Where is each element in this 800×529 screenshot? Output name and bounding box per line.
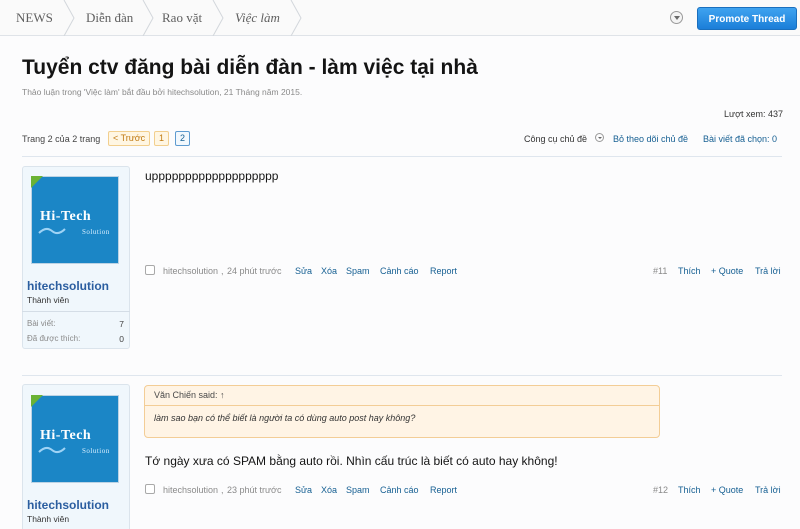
stat-value[interactable]: 7: [114, 319, 124, 329]
promote-thread-button[interactable]: Promote Thread: [697, 7, 797, 30]
like-link[interactable]: Thích: [678, 485, 701, 495]
post-message: Tớ ngày xưa có SPAM bằng auto rồi. Nhìn …: [145, 454, 558, 468]
chevron-down-icon[interactable]: [595, 133, 604, 142]
breadcrumb-separator: [141, 0, 155, 36]
stat-label: Bài viết:: [27, 319, 56, 328]
stat-value[interactable]: 0: [114, 334, 124, 344]
thread-description: Thảo luận trong 'Việc làm' bắt đầu bởi h…: [22, 87, 303, 97]
online-badge: [31, 395, 43, 407]
page-title: Tuyển ctv đăng bài diễn đàn - làm việc t…: [22, 56, 478, 79]
breadcrumb-item-jobs[interactable]: Việc làm: [235, 0, 280, 36]
edit-link[interactable]: Sửa: [295, 266, 312, 276]
breadcrumb-item-news[interactable]: NEWS: [16, 0, 53, 36]
quote-link[interactable]: + Quote: [711, 485, 743, 495]
post-select-checkbox[interactable]: [145, 265, 155, 275]
post-divider: [22, 156, 782, 157]
edit-link[interactable]: Sửa: [295, 485, 312, 495]
avatar-logo-subtext: Solution: [82, 228, 110, 236]
logo-swoosh-icon: [38, 446, 66, 454]
user-title: Thành viên: [27, 295, 70, 305]
post-select-checkbox[interactable]: [145, 484, 155, 494]
warn-link[interactable]: Cảnh cáo: [380, 266, 419, 276]
logo-swoosh-icon: [38, 227, 66, 235]
delete-link[interactable]: Xóa: [321, 266, 337, 276]
report-link[interactable]: Report: [430, 485, 457, 495]
post-time[interactable]: 23 phút trước: [227, 485, 281, 495]
page-1-button[interactable]: 1: [154, 131, 170, 146]
breadcrumb-separator: [289, 0, 303, 36]
stat-label: Đã được thích:: [27, 334, 81, 343]
quoted-message: Văn Chiến said: ↑ làm sao bạn có thể biế…: [144, 385, 660, 438]
quote-link[interactable]: + Quote: [711, 266, 743, 276]
avatar[interactable]: Hi-Tech Solution: [31, 395, 119, 483]
breadcrumb-separator: [211, 0, 225, 36]
post-username[interactable]: hitechsolution: [27, 279, 109, 293]
spam-link[interactable]: Spam: [346, 485, 370, 495]
page-count-label: Trang 2 của 2 trang: [22, 134, 101, 144]
breadcrumb: NEWS Diễn đàn Rao vặt Việc làm Promote T…: [0, 0, 800, 36]
avatar-logo-text: Hi-Tech: [40, 428, 92, 443]
thread-tools-menu[interactable]: Công cụ chủ đề: [524, 134, 587, 144]
avatar-logo-subtext: Solution: [82, 447, 110, 455]
user-title: Thành viên: [27, 514, 70, 524]
stats-divider: [22, 311, 130, 312]
prev-page-button[interactable]: < Trước: [108, 131, 151, 146]
post-username[interactable]: hitechsolution: [27, 498, 109, 512]
post-time[interactable]: 24 phút trước: [227, 266, 281, 276]
spam-link[interactable]: Spam: [346, 266, 370, 276]
selected-posts-link[interactable]: Bài viết đã chọn: 0: [703, 134, 777, 144]
post-number[interactable]: #11: [653, 266, 667, 276]
post-author-link[interactable]: hitechsolution: [163, 266, 218, 276]
breadcrumb-item-classifieds[interactable]: Rao vặt: [162, 0, 202, 36]
reply-link[interactable]: Trả lời: [755, 485, 781, 495]
warn-link[interactable]: Cảnh cáo: [380, 485, 419, 495]
quote-author[interactable]: Văn Chiến said: ↑: [154, 390, 225, 400]
view-count: Lượt xem: 437: [724, 109, 783, 119]
breadcrumb-item-forums[interactable]: Diễn đàn: [86, 0, 133, 36]
post-separator: ,: [221, 266, 224, 276]
quote-text: làm sao bạn có thể biết là người ta có d…: [154, 413, 416, 423]
online-badge: [31, 176, 43, 188]
chevron-down-icon[interactable]: [670, 11, 683, 24]
avatar[interactable]: Hi-Tech Solution: [31, 176, 119, 264]
post-message: uppppppppppppppppppp: [145, 169, 279, 183]
breadcrumb-separator: [62, 0, 76, 36]
avatar-logo-text: Hi-Tech: [40, 209, 92, 224]
like-link[interactable]: Thích: [678, 266, 701, 276]
unwatch-thread-link[interactable]: Bỏ theo dõi chủ đề: [613, 134, 688, 144]
reply-link[interactable]: Trả lời: [755, 266, 781, 276]
quote-divider: [145, 405, 659, 406]
post-divider: [22, 375, 782, 376]
delete-link[interactable]: Xóa: [321, 485, 337, 495]
post-separator: ,: [221, 485, 224, 495]
report-link[interactable]: Report: [430, 266, 457, 276]
post-author-link[interactable]: hitechsolution: [163, 485, 218, 495]
post-number[interactable]: #12: [653, 485, 668, 495]
page-2-button[interactable]: 2: [175, 131, 191, 146]
